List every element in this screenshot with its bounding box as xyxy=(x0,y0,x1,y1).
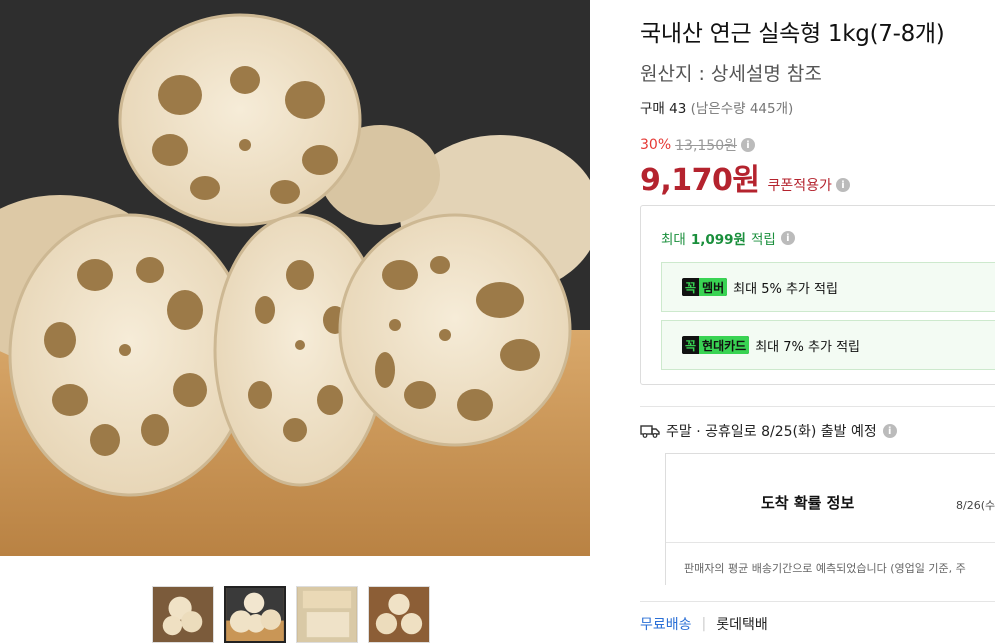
thumbnail-3[interactable] xyxy=(296,586,358,643)
coupon-price-label: 쿠폰적용가 xyxy=(767,178,832,194)
discount-row: 30% 13,150원 i xyxy=(640,135,755,155)
delivery-row: 무료배송 | 롯데택배 xyxy=(640,614,768,634)
arrival-probability-box: 도착 확률 정보 8/26(수 판매자의 평균 배송기간으로 예측되었습니다 (… xyxy=(665,453,995,585)
max-reward: 최대 1,099원 적립 i xyxy=(661,228,795,248)
original-price: 13,150원 xyxy=(675,138,737,154)
free-shipping-link[interactable]: 무료배송 xyxy=(640,614,692,634)
max-reward-suffix: 적립 xyxy=(750,232,776,248)
tag-prefix: 꼭 xyxy=(682,278,700,296)
max-reward-label: 최대 xyxy=(661,232,686,248)
thumbnail-4[interactable] xyxy=(368,586,430,643)
coupon-price-note: 쿠폰적용가 i xyxy=(768,175,850,195)
thumbnail-1[interactable] xyxy=(152,586,214,643)
arrival-date: 8/26(수 xyxy=(956,499,995,512)
lotus-root-photo xyxy=(0,0,590,556)
divider xyxy=(640,406,995,407)
purchase-count: 구매 43 (남은수량 445개) xyxy=(640,97,793,117)
courier-name: 롯데택배 xyxy=(716,617,768,633)
tag-label: 멤버 xyxy=(699,278,728,296)
price-row: 9,170원 쿠폰적용가 i xyxy=(640,155,850,199)
discount-rate: 30% xyxy=(640,137,672,153)
purchase-count-text: 구매 43 xyxy=(640,101,687,117)
truck-icon xyxy=(640,425,660,438)
reward-card-row[interactable]: 꼭 현대카드 최대 7% 추가 적립 xyxy=(661,320,995,370)
remaining-stock: (남은수량 445개) xyxy=(690,101,794,117)
separator: | xyxy=(701,616,707,632)
shipping-notice: 주말 · 공휴일로 8/25(화) 출발 예정 i xyxy=(640,421,897,441)
product-main-image[interactable] xyxy=(0,0,590,556)
tag-label: 현대카드 xyxy=(699,336,750,354)
reward-box: 최대 1,099원 적립 i 꼭 멤버 최대 5% 추가 적립 꼭 현대카드 최… xyxy=(640,205,995,385)
info-icon[interactable]: i xyxy=(780,231,795,245)
reward-member-row[interactable]: 꼭 멤버 최대 5% 추가 적립 xyxy=(661,262,995,312)
info-icon[interactable]: i xyxy=(882,424,897,438)
card-tag: 꼭 현대카드 xyxy=(682,336,750,354)
arrival-title: 도착 확률 정보 xyxy=(761,494,855,512)
shipping-notice-text: 주말 · 공휴일로 8/25(화) 출발 예정 xyxy=(666,424,877,440)
product-info-panel: 국내산 연근 실속형 1kg(7-8개) 원산지 : 상세설명 참조 구매 43… xyxy=(640,0,995,643)
info-icon[interactable]: i xyxy=(835,178,850,192)
arrival-note: 판매자의 평균 배송기간으로 예측되었습니다 (영업일 기준, 주 xyxy=(684,562,966,575)
thumbnail-2[interactable] xyxy=(224,586,286,643)
max-reward-amount: 1,099원 xyxy=(690,232,746,248)
info-icon[interactable]: i xyxy=(741,138,755,152)
reward-member-text: 최대 5% 추가 적립 xyxy=(733,281,838,297)
product-title: 국내산 연근 실속형 1kg(7-8개) xyxy=(640,21,945,47)
product-origin: 원산지 : 상세설명 참조 xyxy=(640,63,822,85)
tag-prefix: 꼭 xyxy=(682,336,700,354)
divider xyxy=(666,542,995,543)
member-tag: 꼭 멤버 xyxy=(682,278,728,296)
thumbnail-strip xyxy=(152,586,430,643)
sale-price: 9,170원 xyxy=(640,163,760,198)
reward-card-text: 최대 7% 추가 적립 xyxy=(755,339,860,355)
divider xyxy=(640,601,995,602)
